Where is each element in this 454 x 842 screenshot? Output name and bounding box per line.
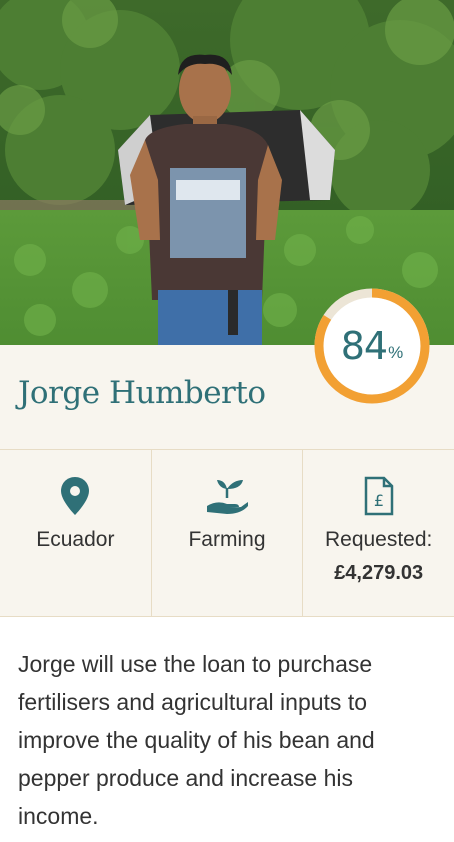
requested-amount: £4,279.03 [334, 562, 424, 584]
pound-document-icon: £ [364, 476, 394, 521]
loan-description: Jorge will use the loan to purchase fert… [18, 651, 375, 829]
stat-requested: £ Requested: £4,279.03 [303, 450, 454, 616]
requested-label: Requested: [324, 528, 433, 551]
plant-in-hand-icon [205, 476, 249, 521]
sector-label: Farming [188, 528, 266, 551]
stat-location: Ecuador [0, 450, 152, 616]
location-label: Ecuador [36, 528, 115, 551]
stat-sector: Farming [152, 450, 304, 616]
location-pin-icon [60, 476, 90, 521]
loan-stats: Ecuador Farming £ Requested: £4,279.03 [0, 450, 454, 617]
progress-suffix: % [388, 343, 404, 362]
loan-card: Jorge Humberto 84% Ecuador Farming £ Req… [0, 0, 454, 842]
progress-percent: 84% [312, 286, 432, 406]
progress-number: 84 [340, 324, 388, 368]
funding-progress-ring: 84% [312, 286, 432, 406]
borrower-name: Jorge Humberto [18, 375, 266, 411]
svg-text:£: £ [374, 491, 384, 510]
